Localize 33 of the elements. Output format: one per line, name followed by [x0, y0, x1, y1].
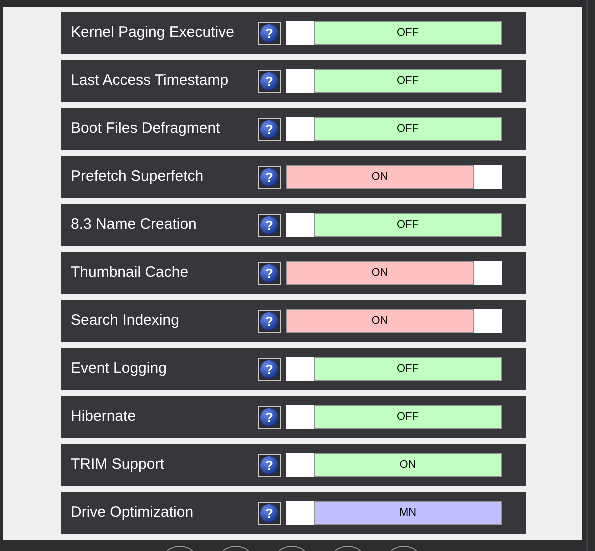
help-icon — [260, 72, 279, 90]
help-button[interactable] — [258, 22, 281, 44]
help-button[interactable] — [258, 406, 281, 428]
help-icon — [260, 312, 279, 330]
setting-label: Drive Optimization — [70, 502, 195, 523]
help-icon — [260, 360, 279, 378]
setting-label: Event Logging — [70, 358, 168, 379]
setting-label: Prefetch Superfetch — [70, 166, 205, 187]
help-button[interactable] — [258, 166, 281, 188]
help-button[interactable] — [258, 454, 281, 476]
help-icon — [260, 408, 279, 426]
help-icon — [260, 216, 279, 234]
help-icon — [260, 168, 279, 186]
help-button[interactable] — [258, 70, 281, 92]
setting-label: Search Indexing — [70, 310, 180, 331]
help-icon — [260, 456, 279, 474]
help-icon — [260, 24, 279, 42]
help-button[interactable] — [258, 214, 281, 236]
help-icon — [260, 264, 279, 282]
setting-label: Hibernate — [70, 406, 138, 427]
setting-label: 8.3 Name Creation — [70, 214, 198, 235]
help-icon — [260, 120, 279, 138]
help-button[interactable] — [258, 262, 281, 284]
help-icon — [260, 504, 279, 522]
help-button[interactable] — [258, 310, 281, 332]
help-button[interactable] — [258, 358, 281, 380]
setting-label: Thumbnail Cache — [70, 262, 190, 283]
setting-label: TRIM Support — [70, 454, 166, 475]
setting-label: Last Access Timestamp — [70, 70, 230, 91]
help-button[interactable] — [258, 118, 281, 140]
setting-label: Boot Files Defragment — [70, 118, 222, 139]
help-button[interactable] — [258, 502, 281, 524]
setting-label: Kernel Paging Executive — [70, 22, 236, 43]
